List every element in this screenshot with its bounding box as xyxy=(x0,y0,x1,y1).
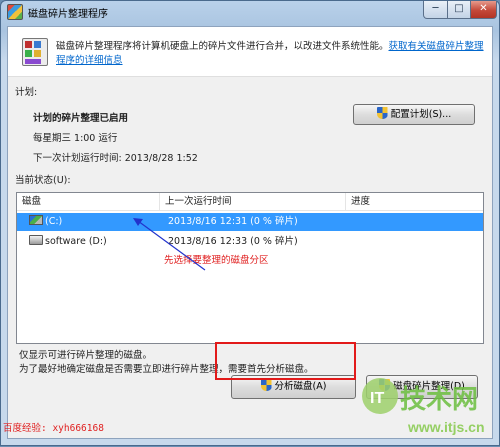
disk-name-cell: (C:) xyxy=(29,213,62,231)
next-run-text: 下一次计划运行时间: 2013/8/28 1:52 xyxy=(33,153,198,164)
baidu-watermark: 百度经验: xyh666168 xyxy=(3,423,104,434)
schedule-section-label: 计划: xyxy=(15,87,38,98)
last-run-cell: 2013/8/16 12:31 (0 % 碎片) xyxy=(168,216,298,227)
schedule-group: 计划的碎片整理已启用 每星期三 1:00 运行 下一次计划运行时间: 2013/… xyxy=(20,102,480,170)
column-header-progress[interactable]: 进度 xyxy=(346,193,484,211)
logo-site-name: 技术网 xyxy=(400,385,478,415)
disk-row-d[interactable]: software (D:) 2013/8/16 12:33 (0 % 碎片) xyxy=(17,233,483,251)
logo-badge: IT xyxy=(370,390,384,407)
configure-schedule-button[interactable]: 配置计划(S)... xyxy=(353,104,475,125)
disk-list[interactable]: 磁盘 上一次运行时间 进度 (C:) 2013/8/16 12:31 (0 % … xyxy=(16,192,484,344)
highlight-box xyxy=(215,342,356,380)
header-panel: 磁盘碎片整理程序将计算机硬盘上的碎片文件进行合并，以改进文件系统性能。获取有关磁… xyxy=(8,27,492,77)
hard-drive-icon xyxy=(29,235,43,245)
defrag-app-icon xyxy=(7,4,23,20)
title-bar[interactable]: 磁盘碎片整理程序 ─ □ ✕ xyxy=(1,1,499,23)
maximize-button[interactable]: □ xyxy=(447,1,471,19)
disk-name: (C:) xyxy=(45,216,63,227)
schedule-enabled-text: 计划的碎片整理已启用 xyxy=(33,113,129,124)
window-title: 磁盘碎片整理程序 xyxy=(28,9,108,20)
description-text: 磁盘碎片整理程序将计算机硬盘上的碎片文件进行合并，以改进文件系统性能。 xyxy=(56,41,389,52)
logo-site-url: www.itjs.cn xyxy=(407,419,485,435)
disk-list-header: 磁盘 上一次运行时间 进度 xyxy=(17,193,483,211)
disk-name-cell: software (D:) xyxy=(29,233,107,251)
disk-row-c[interactable]: (C:) 2013/8/16 12:31 (0 % 碎片) xyxy=(17,213,483,231)
close-button[interactable]: ✕ xyxy=(470,1,497,19)
system-drive-icon xyxy=(29,215,43,225)
uac-shield-icon xyxy=(376,107,388,119)
schedule-frequency-text: 每星期三 1:00 运行 xyxy=(33,133,118,144)
disk-name: software (D:) xyxy=(45,236,107,247)
annotation-text: 先选择要整理的磁盘分区 xyxy=(164,255,269,266)
minimize-button[interactable]: ─ xyxy=(423,1,448,19)
defrag-icon xyxy=(22,38,48,66)
column-header-disk[interactable]: 磁盘 xyxy=(17,193,160,211)
site-logo-watermark: IT 技术网 www.itjs.cn xyxy=(356,360,498,444)
uac-shield-icon xyxy=(260,379,272,391)
analyze-disk-label: 分析磁盘(A) xyxy=(274,381,327,392)
status-section-label: 当前状态(U): xyxy=(15,175,71,186)
site-logo-icon: IT 技术网 www.itjs.cn xyxy=(362,378,485,435)
header-description: 磁盘碎片整理程序将计算机硬盘上的碎片文件进行合并，以改进文件系统性能。获取有关磁… xyxy=(56,40,486,68)
configure-schedule-label: 配置计划(S)... xyxy=(390,109,452,120)
last-run-cell: 2013/8/16 12:33 (0 % 碎片) xyxy=(168,236,298,247)
column-header-last-run[interactable]: 上一次运行时间 xyxy=(160,193,346,211)
footer-note-1: 仅显示可进行碎片整理的磁盘。 xyxy=(19,350,153,361)
